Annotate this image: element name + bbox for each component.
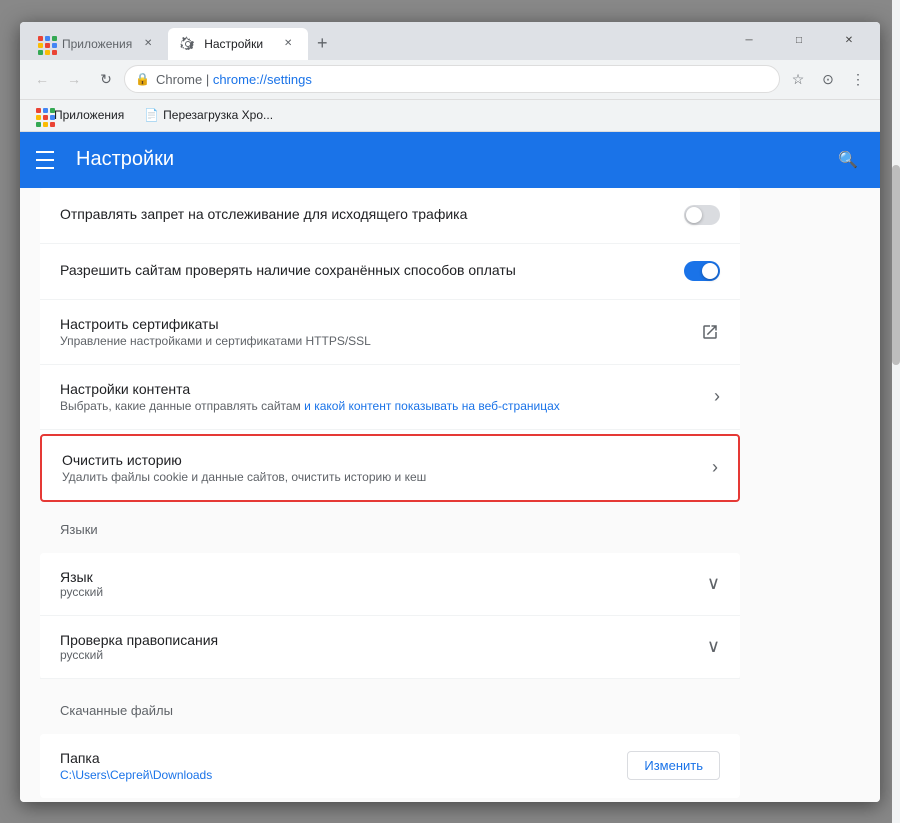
bookmark-reload-icon: 📄 <box>144 108 159 122</box>
content-settings-title: Настройки контента <box>60 381 714 397</box>
content-settings-chevron: › <box>714 386 720 407</box>
certificates-title: Настроить сертификаты <box>60 316 700 332</box>
language-value: русский <box>60 585 707 599</box>
payment-toggle[interactable] <box>684 261 720 281</box>
toolbar: ← → ↻ 🔒 Chrome | chrome://settings ☆ ⊙ ⋮ <box>20 60 880 100</box>
clear-history-chevron: › <box>712 457 718 478</box>
tab-settings-close[interactable]: ✕ <box>280 36 296 52</box>
bookmark-reload-label: Перезагрузка Хро... <box>163 108 273 122</box>
apps-favicon <box>38 36 54 52</box>
star-icon: ☆ <box>792 71 805 88</box>
back-icon: ← <box>35 71 49 87</box>
content-settings-row[interactable]: Настройки контента Выбрать, какие данные… <box>40 365 740 430</box>
spellcheck-chevron-down: ∨ <box>707 636 720 657</box>
star-button[interactable]: ☆ <box>784 65 812 93</box>
folder-row: Папка C:\Users\Сергей\Downloads Изменить <box>40 734 740 798</box>
payment-title: Разрешить сайтам проверять наличие сохра… <box>60 262 684 278</box>
bookmark-reload[interactable]: 📄 Перезагрузка Хро... <box>136 104 281 126</box>
languages-section: Язык русский ∨ Проверка правописания рус… <box>40 553 740 679</box>
language-text: Язык русский <box>60 569 707 599</box>
spellcheck-value: русский <box>60 648 707 662</box>
forward-button[interactable]: → <box>60 65 88 93</box>
downloads-section-header: Скачанные файлы <box>40 687 740 726</box>
change-folder-button[interactable]: Изменить <box>627 751 720 780</box>
certificates-desc: Управление настройками и сертификатами H… <box>60 334 700 348</box>
language-row[interactable]: Язык русский ∨ <box>40 553 740 616</box>
tracking-text: Отправлять запрет на отслеживание для ис… <box>60 206 684 224</box>
spellcheck-title: Проверка правописания <box>60 632 707 648</box>
reload-button[interactable]: ↻ <box>92 65 120 93</box>
bookmark-apps-label: Приложения <box>54 108 124 122</box>
tab-settings[interactable]: Настройки ✕ <box>168 28 308 60</box>
tracking-row[interactable]: Отправлять запрет на отслеживание для ис… <box>40 188 740 244</box>
downloads-section: Папка C:\Users\Сергей\Downloads Изменить <box>40 734 740 798</box>
bookmarks-bar: Приложения 📄 Перезагрузка Хро... <box>20 100 880 132</box>
clear-history-row[interactable]: Очистить историю Удалить файлы cookie и … <box>40 434 740 502</box>
settings-content[interactable]: Отправлять запрет на отслеживание для ис… <box>20 188 880 802</box>
clear-history-text: Очистить историю Удалить файлы cookie и … <box>62 452 712 484</box>
tab-settings-label: Настройки <box>204 37 272 51</box>
settings-header: Настройки 🔍 <box>20 132 880 188</box>
lock-icon: 🔒 <box>135 72 150 86</box>
languages-section-header: Языки <box>40 506 740 545</box>
certificates-row[interactable]: Настроить сертификаты Управление настрой… <box>40 300 740 365</box>
settings-title: Настройки <box>76 148 816 171</box>
privacy-section: Отправлять запрет на отслеживание для ис… <box>40 188 740 502</box>
browser-window: Приложения ✕ Настройки ✕ + ─ □ ✕ ← → <box>20 22 880 802</box>
folder-title: Папка <box>60 750 627 766</box>
tracking-toggle[interactable] <box>684 205 720 225</box>
gear-favicon <box>180 36 196 52</box>
profile-button[interactable]: ⊙ <box>814 65 842 93</box>
address-separator: | <box>206 72 213 87</box>
menu-line-1 <box>36 151 54 153</box>
back-button[interactable]: ← <box>28 65 56 93</box>
language-chevron-down: ∨ <box>707 573 720 594</box>
folder-text: Папка C:\Users\Сергей\Downloads <box>60 750 627 782</box>
minimize-button[interactable]: ─ <box>726 30 772 52</box>
tab-apps[interactable]: Приложения ✕ <box>26 28 168 60</box>
profile-icon: ⊙ <box>822 71 834 88</box>
external-link-icon <box>700 322 720 342</box>
payment-text: Разрешить сайтам проверять наличие сохра… <box>60 262 684 280</box>
settings-search-button[interactable]: 🔍 <box>832 144 864 176</box>
settings-container: Настройки 🔍 Отправлять запрет на отслежи… <box>20 132 880 802</box>
bookmark-apps-icon <box>36 108 50 122</box>
address-prefix: Chrome <box>156 72 202 87</box>
address-text: Chrome | chrome://settings <box>156 72 769 87</box>
spellcheck-row[interactable]: Проверка правописания русский ∨ <box>40 616 740 679</box>
menu-line-2 <box>36 159 54 161</box>
address-bar[interactable]: 🔒 Chrome | chrome://settings <box>124 65 780 93</box>
menu-button[interactable]: ⋮ <box>844 65 872 93</box>
tab-apps-close[interactable]: ✕ <box>140 36 156 52</box>
language-title: Язык <box>60 569 707 585</box>
clear-history-desc: Удалить файлы cookie и данные сайтов, оч… <box>62 470 712 484</box>
spellcheck-text: Проверка правописания русский <box>60 632 707 662</box>
menu-dots-icon: ⋮ <box>851 71 865 88</box>
content-settings-desc: Выбрать, какие данные отправлять сайтам … <box>60 399 714 413</box>
reload-icon: ↻ <box>100 71 112 88</box>
menu-line-3 <box>36 167 54 169</box>
tracking-title: Отправлять запрет на отслеживание для ис… <box>60 206 684 222</box>
search-icon: 🔍 <box>838 150 858 170</box>
certificates-text: Настроить сертификаты Управление настрой… <box>60 316 700 348</box>
maximize-button[interactable]: □ <box>776 30 822 52</box>
address-url: chrome://settings <box>213 72 312 87</box>
content-settings-text: Настройки контента Выбрать, какие данные… <box>60 381 714 413</box>
titlebar: Приложения ✕ Настройки ✕ + ─ □ ✕ <box>20 22 880 60</box>
window-controls: ─ □ ✕ <box>726 30 872 52</box>
close-button[interactable]: ✕ <box>826 30 872 52</box>
new-tab-button[interactable]: + <box>308 30 336 58</box>
clear-history-title: Очистить историю <box>62 452 712 468</box>
tab-apps-label: Приложения <box>62 37 132 51</box>
content-desc-link[interactable]: и какой контент показывать на веб-страни… <box>304 399 560 413</box>
bookmark-apps[interactable]: Приложения <box>28 104 132 126</box>
content-desc-plain: Выбрать, какие данные отправлять сайтам <box>60 399 304 413</box>
payment-row[interactable]: Разрешить сайтам проверять наличие сохра… <box>40 244 740 300</box>
folder-path: C:\Users\Сергей\Downloads <box>60 768 627 782</box>
forward-icon: → <box>67 71 81 87</box>
sidebar-toggle-button[interactable] <box>36 148 60 172</box>
toolbar-actions: ☆ ⊙ ⋮ <box>784 65 872 93</box>
